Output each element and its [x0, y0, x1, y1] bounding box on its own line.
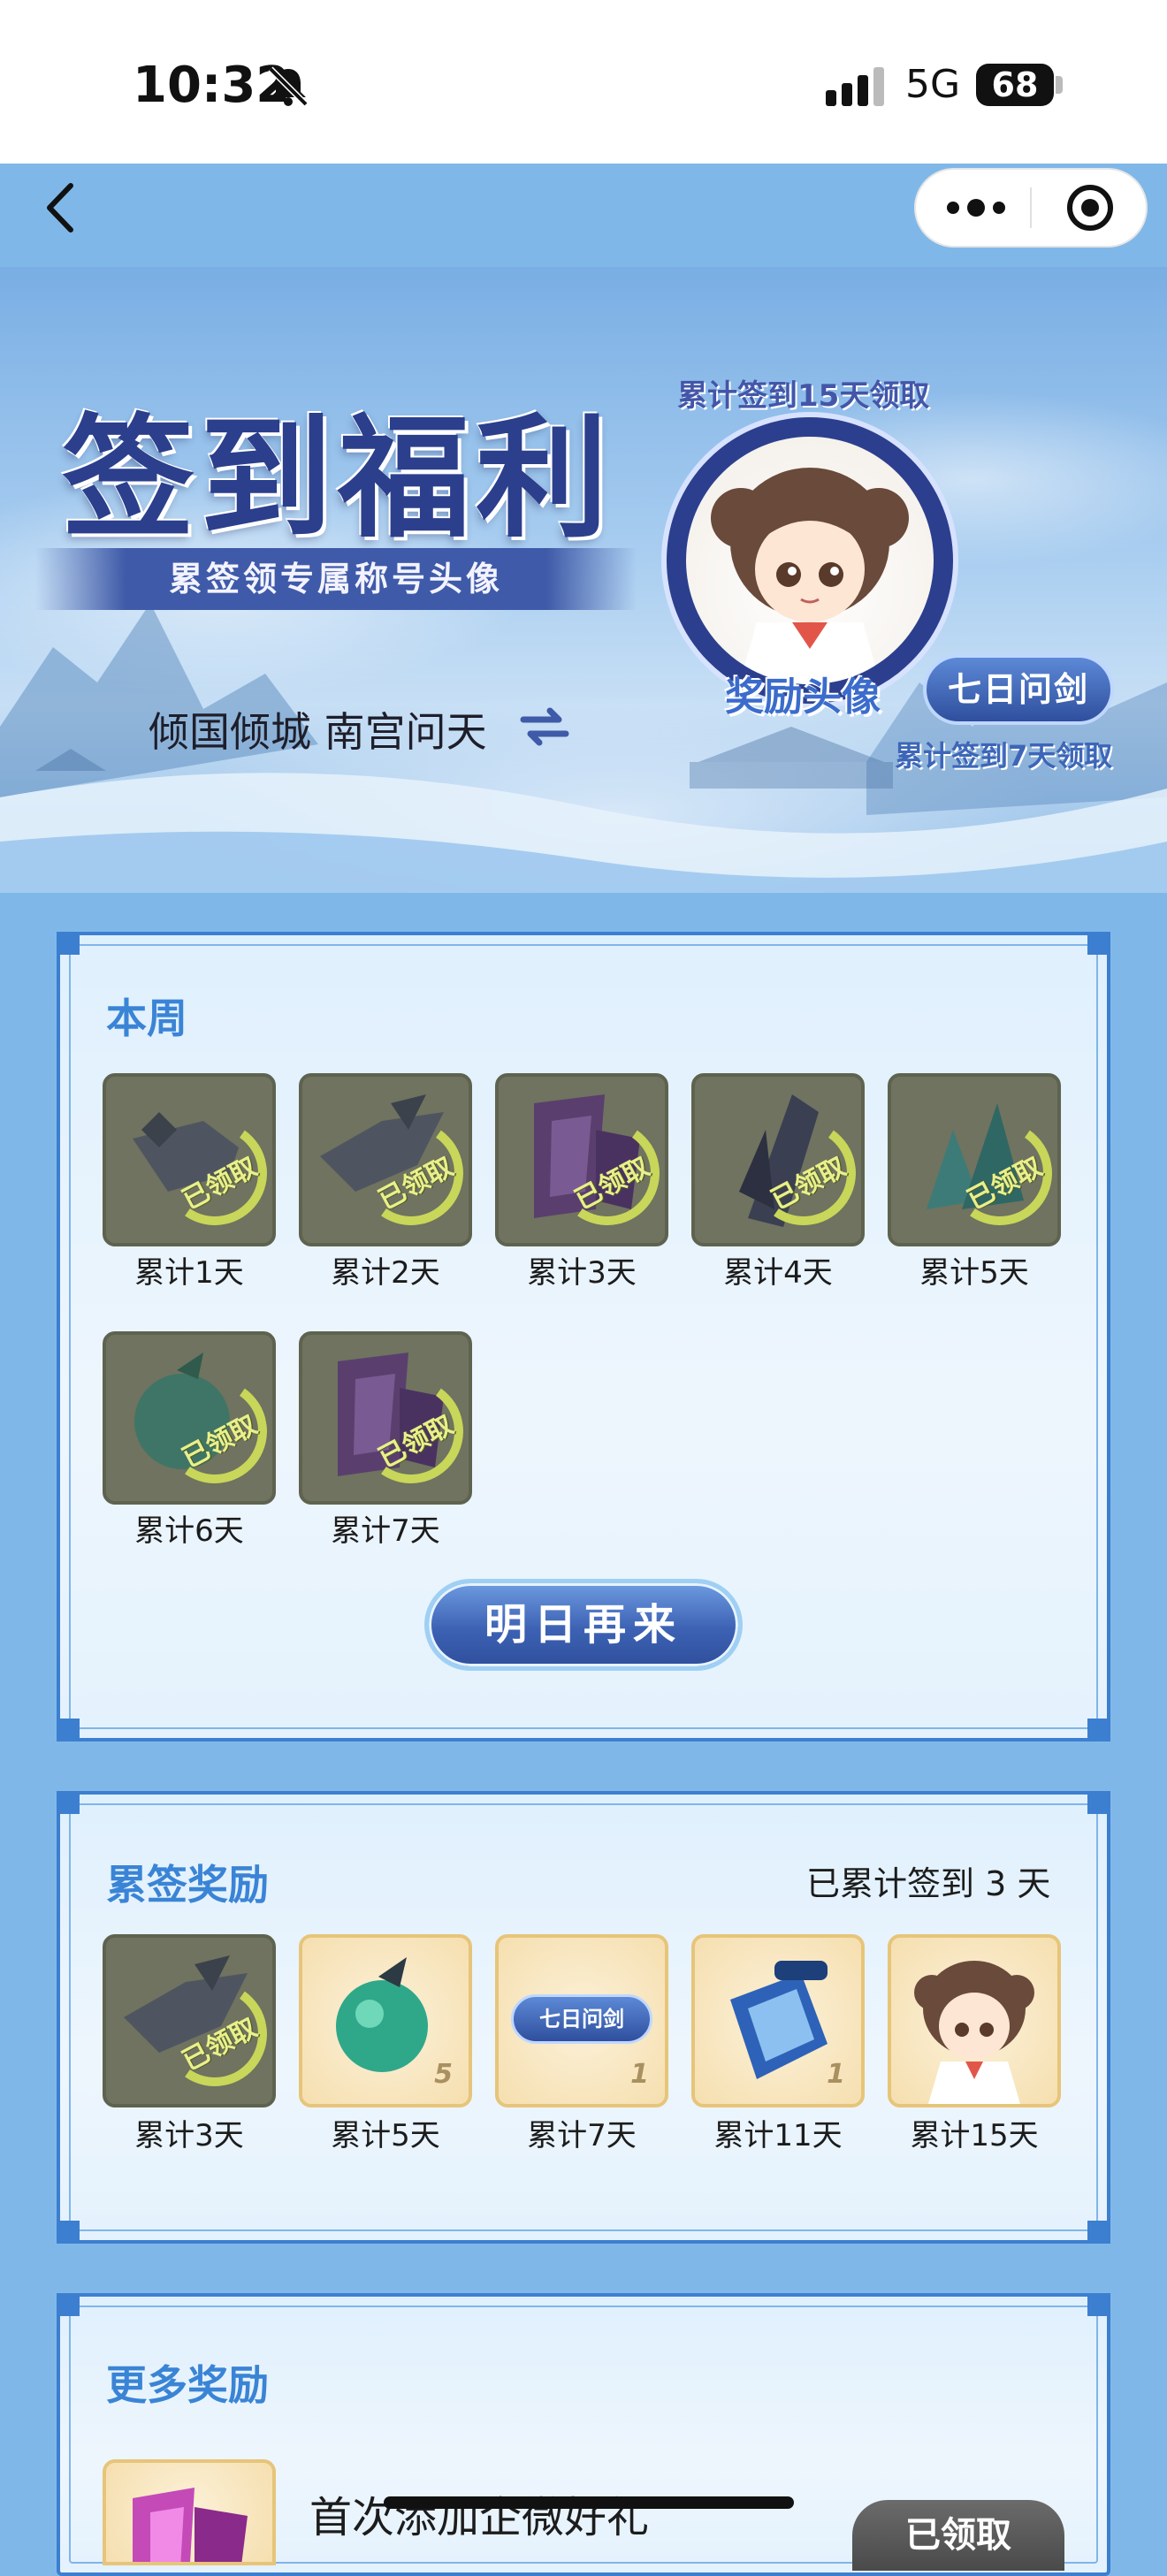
- reward-day-label: 累计2天: [331, 1255, 440, 1291]
- reward-day-label: 累计3天: [134, 2118, 244, 2153]
- item-count: 1: [827, 2059, 845, 2090]
- girl-avatar-icon: [711, 468, 909, 684]
- reward-tile-day2[interactable]: 已领取: [299, 1073, 472, 1246]
- cum-reward-tile-11[interactable]: 1: [691, 1934, 865, 2107]
- corner-ornament: [57, 1791, 80, 1814]
- cumulative-title: 累签奖励: [106, 1861, 269, 1909]
- girl-avatar-icon: [914, 1961, 1034, 2104]
- server-role-name: 倾国倾城 南宫问天: [149, 708, 487, 756]
- cum-reward-tile-15[interactable]: [888, 1934, 1061, 2107]
- corner-ornament: [57, 932, 80, 955]
- network-type: 5G: [905, 62, 961, 107]
- back-icon[interactable]: [35, 177, 88, 239]
- banner-subtitle: 累签领专属称号头像: [168, 560, 503, 598]
- reward-tile-day4[interactable]: 已领取: [691, 1073, 865, 1246]
- reward-avatar-label: 奖励头像: [725, 674, 881, 720]
- come-back-tomorrow-button[interactable]: 明日再来: [424, 1579, 743, 1671]
- reward-day-label: 累计1天: [134, 1255, 244, 1291]
- reward-day-label: 累计4天: [723, 1255, 833, 1291]
- cum-reward-tile-5[interactable]: 5: [299, 1934, 472, 2107]
- reward-title-badge: 七日问剑: [923, 654, 1114, 725]
- corner-ornament: [1087, 1719, 1110, 1741]
- corner-ornament: [1087, 932, 1110, 955]
- battery-tip: [1056, 76, 1063, 94]
- reward-day-label: 累计7天: [527, 2118, 637, 2153]
- reward-avatar-image: [686, 437, 934, 684]
- banner-title: 签到福利: [62, 400, 614, 556]
- reward-day-label: 累计3天: [527, 1255, 637, 1291]
- claimed-button[interactable]: 已领取: [852, 2500, 1064, 2571]
- corner-ornament: [57, 2221, 80, 2244]
- home-indicator: [384, 2496, 794, 2509]
- reward-tile-day1[interactable]: 已领取: [103, 1073, 276, 1246]
- switch-role-icon[interactable]: [520, 704, 569, 748]
- reward-tile-day5[interactable]: 已领取: [888, 1073, 1061, 1246]
- corner-ornament: [1087, 2293, 1110, 2316]
- title-card-icon: 七日问剑: [511, 1994, 652, 2044]
- mute-bell-icon: [268, 66, 309, 107]
- weekly-title: 本周: [106, 995, 187, 1042]
- avatar-condition: 累计签到15天领取: [677, 378, 930, 414]
- reward-day-label: 累计7天: [331, 1513, 440, 1549]
- item-count: 5: [434, 2059, 453, 2090]
- reward-tile-day6[interactable]: 已领取: [103, 1331, 276, 1505]
- corner-ornament: [57, 2293, 80, 2316]
- reward-day-label: 累计5天: [331, 2118, 440, 2153]
- reward-day-label: 累计11天: [713, 2118, 843, 2153]
- cum-reward-tile-7[interactable]: 七日问剑 1: [495, 1934, 668, 2107]
- reward-day-label: 累计5天: [919, 1255, 1029, 1291]
- more-options-icon[interactable]: [941, 186, 1011, 230]
- purple-gem-icon: [133, 2488, 248, 2562]
- signal-icon: [826, 67, 884, 106]
- corner-ornament: [1087, 1791, 1110, 1814]
- close-miniprogram-icon[interactable]: [1061, 182, 1119, 233]
- more-reward-tile: [103, 2459, 276, 2565]
- corner-ornament: [1087, 2221, 1110, 2244]
- item-count: 1: [630, 2059, 649, 2090]
- reward-tile-day7[interactable]: 已领取: [299, 1331, 472, 1505]
- reward-day-label: 累计15天: [910, 2118, 1039, 2153]
- cumulative-sign-count: 已累计签到 3 天: [806, 1864, 1051, 1903]
- title-condition: 累计签到7天领取: [895, 739, 1113, 773]
- cum-reward-tile-3[interactable]: 已领取: [103, 1934, 276, 2107]
- battery-level: 68: [991, 65, 1039, 104]
- capsule-divider: [1030, 187, 1032, 228]
- reward-tile-day3[interactable]: 已领取: [495, 1073, 668, 1246]
- more-rewards-title: 更多奖励: [106, 2361, 269, 2409]
- corner-ornament: [57, 1719, 80, 1741]
- reward-day-label: 累计6天: [134, 1513, 244, 1549]
